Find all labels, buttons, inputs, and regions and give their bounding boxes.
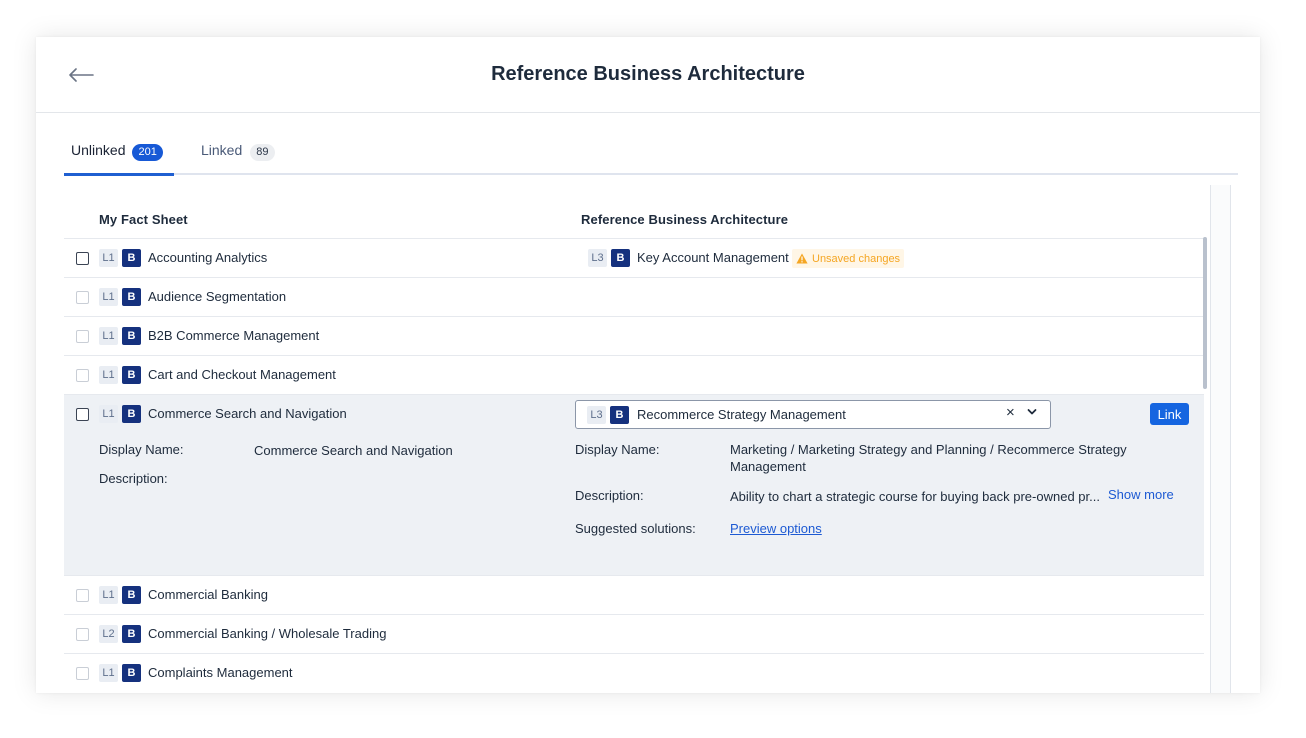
table-row: L1 B Complaints Management (64, 653, 1204, 692)
row-checkbox[interactable] (76, 667, 89, 680)
fact-sheet-list: L1 B Accounting Analytics L3 B Key Accou… (64, 238, 1204, 692)
fact-sheet-name[interactable]: Audience Segmentation (148, 289, 286, 304)
show-more-link[interactable]: Show more (1108, 487, 1174, 502)
unsaved-changes-text: Unsaved changes (812, 252, 901, 265)
suggested-solutions-label: Suggested solutions: (575, 521, 696, 536)
table-row: L1 B Audience Segmentation (64, 277, 1204, 316)
column-header-my-fact-sheet: My Fact Sheet (99, 212, 188, 227)
row-checkbox[interactable] (76, 330, 89, 343)
ref-level-badge: L3 (588, 249, 607, 267)
table-row: L1 B B2B Commerce Management (64, 316, 1204, 355)
type-badge: B (122, 327, 141, 345)
tab-bar: Unlinked 201 Linked 89 (64, 137, 1238, 176)
level-badge: L1 (99, 366, 118, 384)
link-button[interactable]: Link (1150, 403, 1189, 425)
tab-linked-label: Linked (201, 142, 243, 158)
level-badge: L2 (99, 625, 118, 643)
fact-sheet-name[interactable]: Commercial Banking (148, 587, 268, 602)
display-name-label: Display Name: (99, 442, 184, 457)
ref-type-badge: B (611, 249, 630, 267)
table-row: L1 B Accounting Analytics L3 B Key Accou… (64, 238, 1204, 277)
ref-description-label: Description: (575, 488, 644, 503)
page-header: Reference Business Architecture (36, 37, 1260, 113)
main-window: Reference Business Architecture Unlinked… (36, 37, 1260, 693)
table-row: L1 B Cart and Checkout Management (64, 355, 1204, 394)
row-checkbox[interactable] (76, 291, 89, 304)
row-checkbox[interactable] (76, 628, 89, 641)
type-badge: B (122, 586, 141, 604)
ref-name[interactable]: Key Account Management (637, 250, 789, 265)
description-label: Description: (99, 471, 168, 486)
row-checkbox[interactable] (76, 589, 89, 602)
fact-sheet-name[interactable]: Commercial Banking / Wholesale Trading (148, 626, 386, 641)
linked-count-badge: 89 (250, 144, 275, 161)
level-badge: L1 (99, 586, 118, 604)
list-scrollbar[interactable] (1203, 237, 1207, 389)
expanded-row: L1 B Commerce Search and Navigation L3 B… (64, 394, 1204, 575)
fact-sheet-name[interactable]: B2B Commerce Management (148, 328, 319, 343)
display-name-value: Commerce Search and Navigation (254, 443, 453, 458)
type-badge: B (122, 366, 141, 384)
level-badge: L1 (99, 405, 118, 423)
fact-sheet-name[interactable]: Commerce Search and Navigation (148, 406, 347, 421)
ref-description-value: Ability to chart a strategic course for … (730, 489, 1100, 504)
row-checkbox[interactable] (76, 369, 89, 382)
level-badge: L1 (99, 249, 118, 267)
type-badge: B (122, 664, 141, 682)
table-row: L2 B Commercial Banking / Wholesale Trad… (64, 614, 1204, 653)
reference-combobox[interactable]: L3 B Recommerce Strategy Management × (575, 400, 1051, 429)
fact-sheet-name[interactable]: Complaints Management (148, 665, 293, 680)
tab-unlinked-label: Unlinked (71, 142, 126, 158)
tab-linked[interactable]: Linked 89 (201, 137, 275, 175)
type-badge: B (122, 405, 141, 423)
ref-display-name-value: Marketing / Marketing Strategy and Plann… (730, 442, 1127, 474)
unlinked-count-badge: 201 (132, 144, 163, 161)
clear-icon[interactable]: × (1006, 404, 1015, 421)
level-badge: L1 (99, 664, 118, 682)
table-row: L1 B Commercial Banking (64, 575, 1204, 614)
page-title: Reference Business Architecture (491, 63, 805, 85)
row-checkbox[interactable] (76, 252, 89, 265)
unsaved-changes-badge: Unsaved changes (792, 249, 905, 268)
fact-sheet-name[interactable]: Cart and Checkout Management (148, 367, 336, 382)
tab-unlinked[interactable]: Unlinked 201 (64, 137, 174, 176)
warning-icon (796, 253, 808, 264)
combo-type-badge: B (610, 406, 629, 424)
ref-display-name-label: Display Name: (575, 442, 660, 457)
type-badge: B (122, 288, 141, 306)
fact-sheet-name[interactable]: Accounting Analytics (148, 250, 267, 265)
row-checkbox[interactable] (76, 408, 89, 421)
level-badge: L1 (99, 288, 118, 306)
level-badge: L1 (99, 327, 118, 345)
type-badge: B (122, 625, 141, 643)
type-badge: B (122, 249, 141, 267)
combo-level-badge: L3 (587, 406, 606, 424)
combo-value: Recommerce Strategy Management (637, 407, 846, 422)
preview-options-link[interactable]: Preview options (730, 521, 822, 536)
side-panel-strip (1210, 185, 1231, 693)
column-header-reference: Reference Business Architecture (581, 212, 789, 227)
chevron-down-icon[interactable] (1027, 408, 1037, 416)
